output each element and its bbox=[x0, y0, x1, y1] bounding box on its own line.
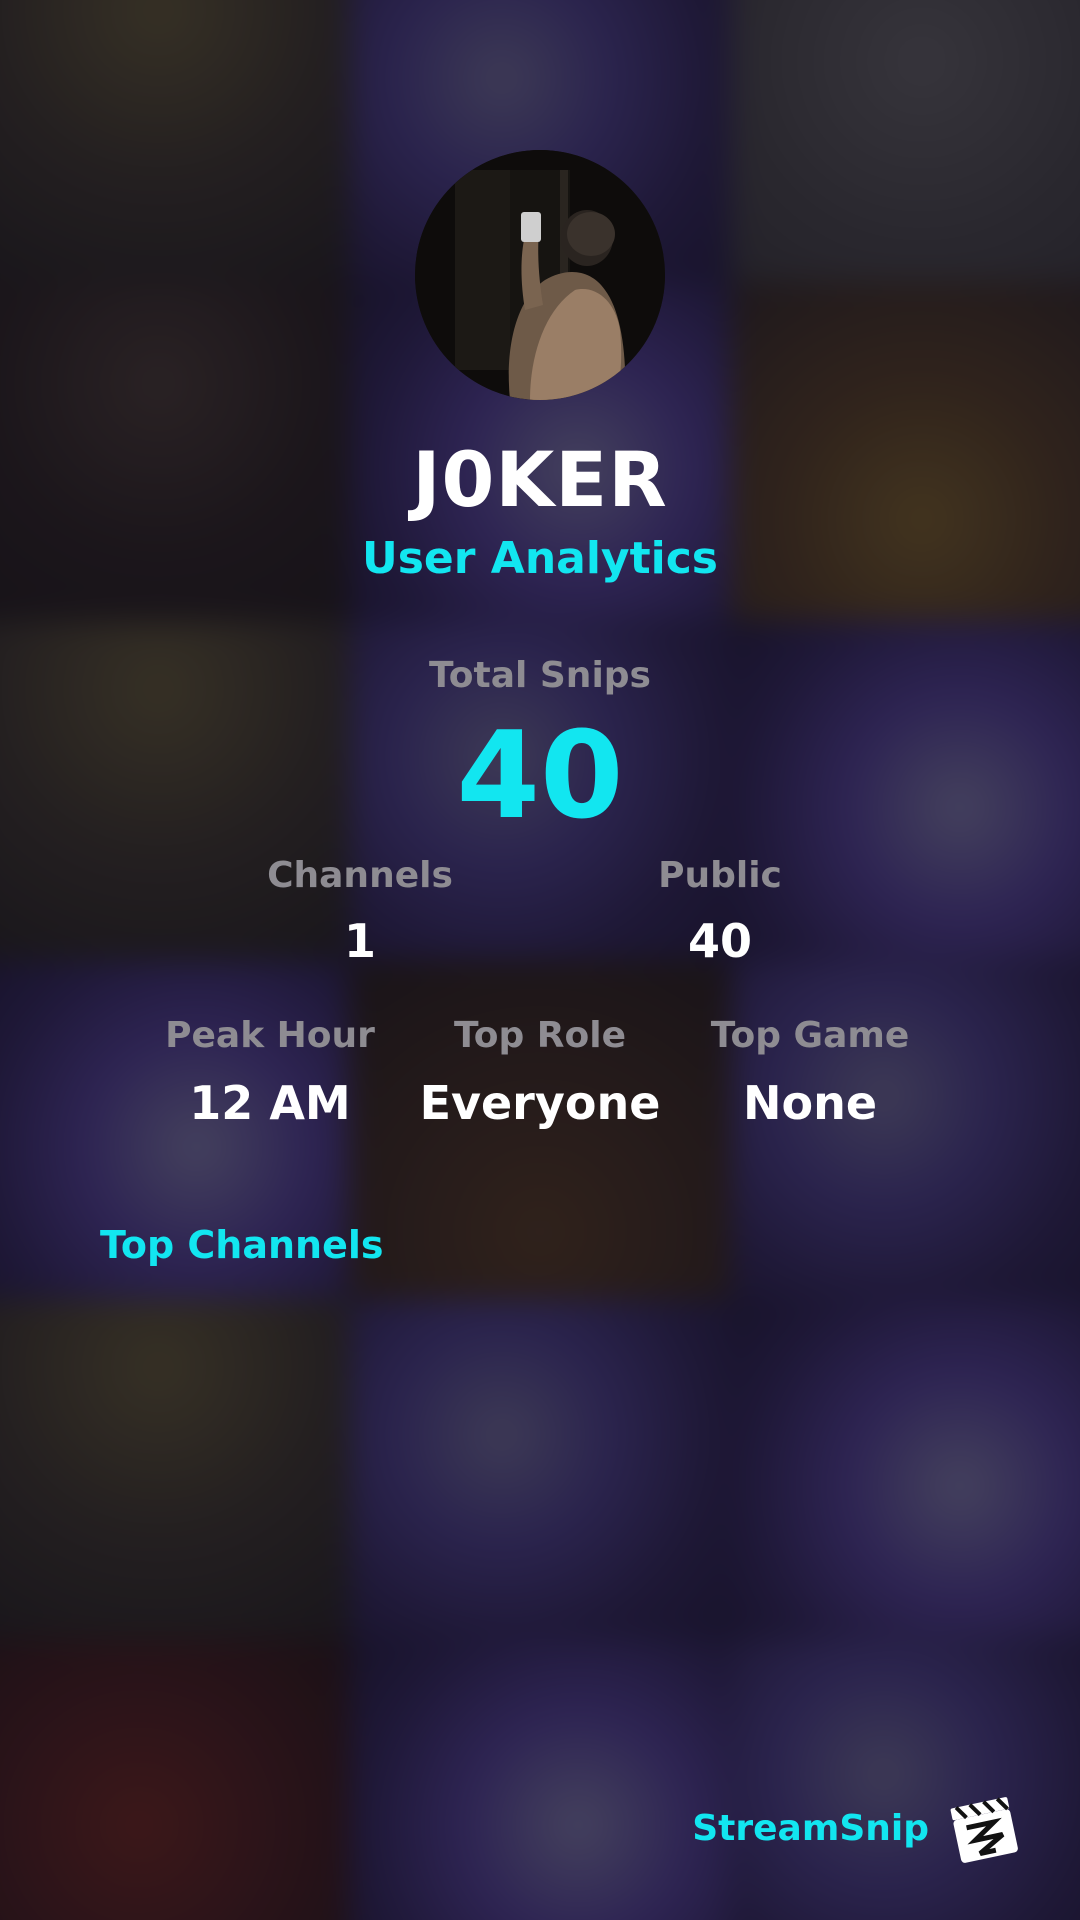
username: J0KER bbox=[412, 435, 668, 524]
top-channels-heading: Top Channels bbox=[100, 1223, 384, 1267]
total-snips-label: Total Snips bbox=[429, 655, 651, 696]
brand-name: StreamSnip bbox=[692, 1807, 929, 1849]
public-stat: Public 40 bbox=[570, 855, 870, 968]
channels-label: Channels bbox=[267, 855, 453, 896]
public-value: 40 bbox=[687, 914, 752, 968]
top-game-stat: Top Game None bbox=[680, 1015, 940, 1130]
top-game-label: Top Game bbox=[710, 1015, 910, 1056]
top-game-value: None bbox=[742, 1076, 878, 1130]
top-role-label: Top Role bbox=[453, 1015, 627, 1056]
analytics-card: J0KER User Analytics Total Snips 40 Chan… bbox=[0, 0, 1080, 1920]
public-label: Public bbox=[658, 855, 782, 896]
channels-stat: Channels 1 bbox=[210, 855, 510, 968]
peak-hour-value: 12 AM bbox=[189, 1076, 351, 1130]
peak-hour-stat: Peak Hour 12 AM bbox=[140, 1015, 400, 1130]
page-subtitle: User Analytics bbox=[362, 533, 718, 584]
peak-hour-label: Peak Hour bbox=[165, 1015, 375, 1056]
channels-value: 1 bbox=[343, 914, 376, 968]
brand-watermark: StreamSnip bbox=[692, 1788, 1025, 1868]
clapperboard-logo-icon bbox=[950, 1797, 1018, 1863]
avatar bbox=[415, 150, 665, 400]
top-role-stat: Top Role Everyone bbox=[410, 1015, 670, 1130]
total-snips-value: 40 bbox=[456, 707, 624, 846]
top-role-value: Everyone bbox=[419, 1076, 661, 1130]
profile-photo bbox=[415, 150, 665, 400]
